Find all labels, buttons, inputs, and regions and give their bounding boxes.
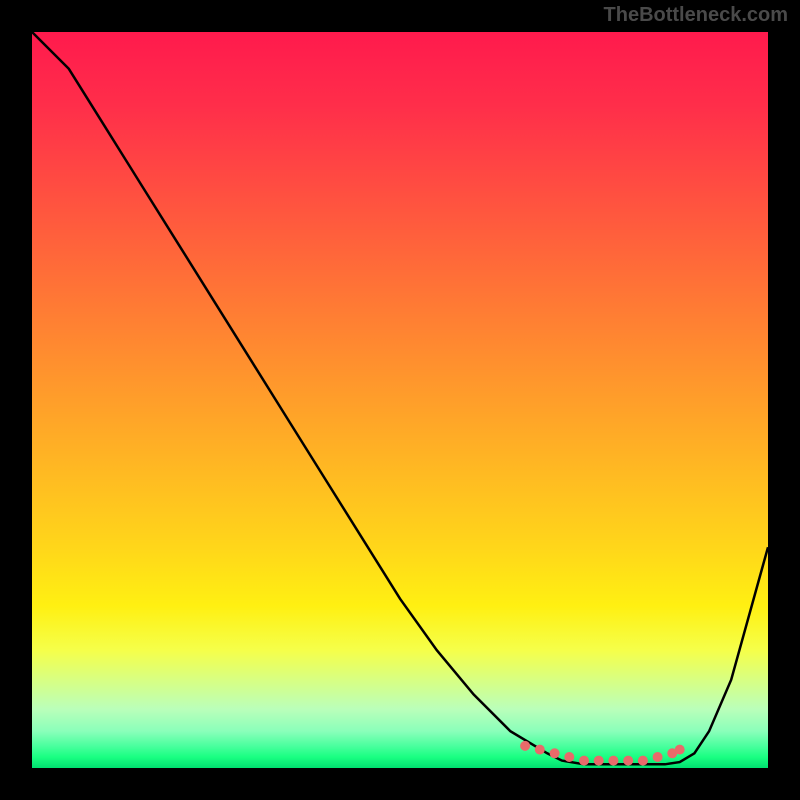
chart-svg: [32, 32, 768, 768]
optimal-dot: [535, 745, 545, 755]
watermark-text: TheBottleneck.com: [604, 4, 788, 27]
optimal-dot: [564, 752, 574, 762]
optimal-dot: [608, 756, 618, 766]
optimal-dot: [550, 748, 560, 758]
gradient-background: [32, 32, 768, 768]
optimal-dot: [638, 756, 648, 766]
optimal-dot: [653, 752, 663, 762]
optimal-dot: [520, 741, 530, 751]
optimal-dot: [623, 756, 633, 766]
chart-area: [32, 32, 768, 768]
optimal-dot: [579, 756, 589, 766]
optimal-dot: [594, 756, 604, 766]
optimal-dot: [675, 745, 685, 755]
